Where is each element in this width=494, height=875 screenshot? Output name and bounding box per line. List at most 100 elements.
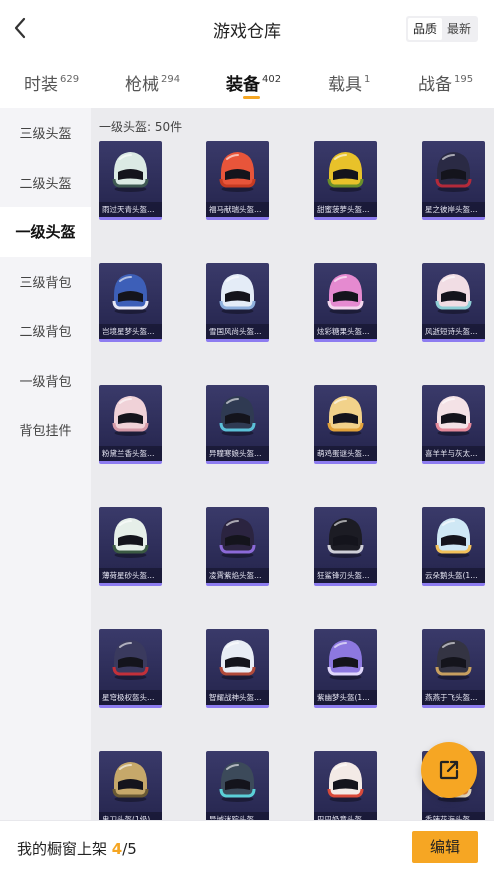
tab-vehicles[interactable]: 载具 1 — [328, 70, 370, 95]
helmet-icon — [435, 274, 472, 314]
helmet-item-card[interactable]: 风逝短诗头盔… — [422, 263, 485, 342]
helmet-item-card[interactable]: 星之彼岸头盔… — [422, 141, 485, 220]
item-name: 智耀战神头盔… — [206, 690, 269, 705]
item-name: 云朵鹅头盔(1… — [422, 568, 485, 583]
tab-label: 装备 — [226, 75, 260, 95]
helmet-item-card[interactable]: 异域迷踪头盔… — [206, 751, 269, 820]
item-name: 雨过天青头盔… — [99, 202, 162, 217]
tab-label: 时装 — [24, 75, 58, 95]
item-name: 凌霄紫焰头盔… — [206, 568, 269, 583]
tab-count: 402 — [262, 74, 282, 85]
helmet-icon — [219, 518, 256, 558]
helmet-item-card[interactable]: 喜羊羊与灰太… — [422, 385, 485, 464]
tab-count: 195 — [454, 74, 474, 85]
helmet-item-card[interactable]: 萌鸡蛋谜头盔… — [314, 385, 377, 464]
showcase-total: 5 — [127, 840, 137, 858]
helmet-icon — [327, 762, 364, 802]
item-name: 雪国风尚头盔… — [206, 324, 269, 339]
sort-option-quality[interactable]: 品质 — [408, 18, 442, 40]
helmet-item-card[interactable]: 粉黛兰香头盔… — [99, 385, 162, 464]
helmet-item-card[interactable]: 巴巴奶意头盔… — [314, 751, 377, 820]
helmet-item-card[interactable]: 雨过天青头盔… — [99, 141, 162, 220]
tab-count: 294 — [161, 74, 181, 85]
showcase-current: 4 — [111, 840, 123, 858]
active-tab-indicator — [243, 96, 260, 99]
helmet-item-card[interactable]: 炫彩糖果头盔… — [314, 263, 377, 342]
helmet-icon — [219, 274, 256, 314]
sidebar-item[interactable]: 三级背包 — [0, 257, 91, 307]
sidebar: 三级头盔 二级头盔 一级头盔 三级背包 二级背包 一级背包 背包挂件 — [0, 108, 91, 820]
helmet-icon — [327, 518, 364, 558]
tab-count: 1 — [364, 74, 371, 85]
bottom-bar: 我的橱窗上架 4/5 编辑 — [0, 820, 494, 875]
tab-firearms[interactable]: 枪械 294 — [125, 70, 180, 95]
edit-button[interactable]: 编辑 — [412, 831, 478, 863]
sidebar-item[interactable]: 二级背包 — [0, 306, 91, 356]
helmet-icon — [435, 518, 472, 558]
item-name: 异瞳寒娘头盔… — [206, 446, 269, 461]
helmet-item-card[interactable]: 凌霄紫焰头盔… — [206, 507, 269, 586]
tab-equipment[interactable]: 装备 402 — [226, 70, 281, 95]
tab-fashion[interactable]: 时装 629 — [24, 70, 79, 95]
sidebar-item[interactable]: 一级头盔 — [0, 207, 91, 257]
helmet-icon — [112, 396, 149, 436]
share-button[interactable] — [421, 742, 477, 798]
helmet-icon — [219, 152, 256, 192]
helmet-item-card[interactable]: 云朵鹅头盔(1… — [422, 507, 485, 586]
tab-label: 枪械 — [125, 75, 159, 95]
showcase-label: 我的橱窗上架 — [17, 840, 108, 858]
sort-toggle[interactable]: 品质 最新 — [406, 16, 478, 42]
tab-supplies[interactable]: 战备 195 — [418, 70, 473, 95]
helmet-item-card[interactable]: 紫幽梦头盔(1… — [314, 629, 377, 708]
item-name: 岂境星梦头盔… — [99, 324, 162, 339]
item-name: 紫幽梦头盔(1… — [314, 690, 377, 705]
helmet-item-card[interactable]: 福马献瑞头盔… — [206, 141, 269, 220]
item-name: 狂鲨锋刃头盔… — [314, 568, 377, 583]
sort-option-newest[interactable]: 最新 — [442, 18, 476, 40]
sidebar-item[interactable]: 二级头盔 — [0, 158, 91, 208]
item-name: 喜羊羊与灰太… — [422, 446, 485, 461]
helmet-item-card[interactable]: 燕燕于飞头盔… — [422, 629, 485, 708]
helmet-icon — [112, 518, 149, 558]
item-grid: 一级头盔: 50件 雨过天青头盔… 福马献瑞头盔… 甜蜜菠萝头盔… 星之彼岸头盔… 岂境… — [91, 108, 494, 820]
helmet-icon — [435, 152, 472, 192]
item-name: 甜蜜菠萝头盔… — [314, 202, 377, 217]
helmet-icon — [435, 396, 472, 436]
sidebar-item[interactable]: 三级头盔 — [0, 108, 91, 158]
helmet-item-card[interactable]: 智耀战神头盔… — [206, 629, 269, 708]
item-name: 薄荷星砂头盔… — [99, 568, 162, 583]
sidebar-item[interactable]: 背包挂件 — [0, 405, 91, 455]
helmet-icon — [112, 274, 149, 314]
item-count-label: 一级头盔: 50件 — [99, 120, 183, 134]
showcase-status: 我的橱窗上架 4/5 — [17, 838, 137, 859]
sidebar-item[interactable]: 一级背包 — [0, 356, 91, 406]
helmet-item-card[interactable]: 狂鲨锋刃头盔… — [314, 507, 377, 586]
item-name: 福马献瑞头盔… — [206, 202, 269, 217]
helmet-item-card[interactable]: 雪国风尚头盔… — [206, 263, 269, 342]
helmet-item-card[interactable]: 薄荷星砂头盔… — [99, 507, 162, 586]
category-tabs: 时装 629 枪械 294 装备 402 载具 1 战备 195 — [0, 64, 494, 104]
item-name: 异域迷踪头盔… — [206, 812, 269, 820]
helmet-item-card[interactable]: 鬼刀头盔(1级) — [99, 751, 162, 820]
helmet-item-card[interactable]: 甜蜜菠萝头盔… — [314, 141, 377, 220]
helmet-item-card[interactable]: 岂境星梦头盔… — [99, 263, 162, 342]
tab-label: 战备 — [418, 75, 452, 95]
helmet-icon — [435, 640, 472, 680]
item-name: 鬼刀头盔(1级) — [99, 812, 162, 820]
item-name: 巴巴奶意头盔… — [314, 812, 377, 820]
helmet-item-card[interactable]: 异瞳寒娘头盔… — [206, 385, 269, 464]
helmet-icon — [219, 762, 256, 802]
header: 游戏仓库 品质 最新 — [0, 0, 494, 56]
tab-count: 629 — [60, 74, 80, 85]
helmet-icon — [327, 274, 364, 314]
helmet-item-card[interactable]: 星穹极权盔头… — [99, 629, 162, 708]
item-name: 萌鸡蛋谜头盔… — [314, 446, 377, 461]
item-name: 香辣花海头盔… — [422, 812, 485, 820]
helmet-icon — [327, 396, 364, 436]
helmet-icon — [327, 640, 364, 680]
external-link-icon — [439, 760, 459, 780]
helmet-icon — [112, 640, 149, 680]
item-name: 燕燕于飞头盔… — [422, 690, 485, 705]
item-name: 炫彩糖果头盔… — [314, 324, 377, 339]
back-button[interactable] — [10, 14, 30, 42]
